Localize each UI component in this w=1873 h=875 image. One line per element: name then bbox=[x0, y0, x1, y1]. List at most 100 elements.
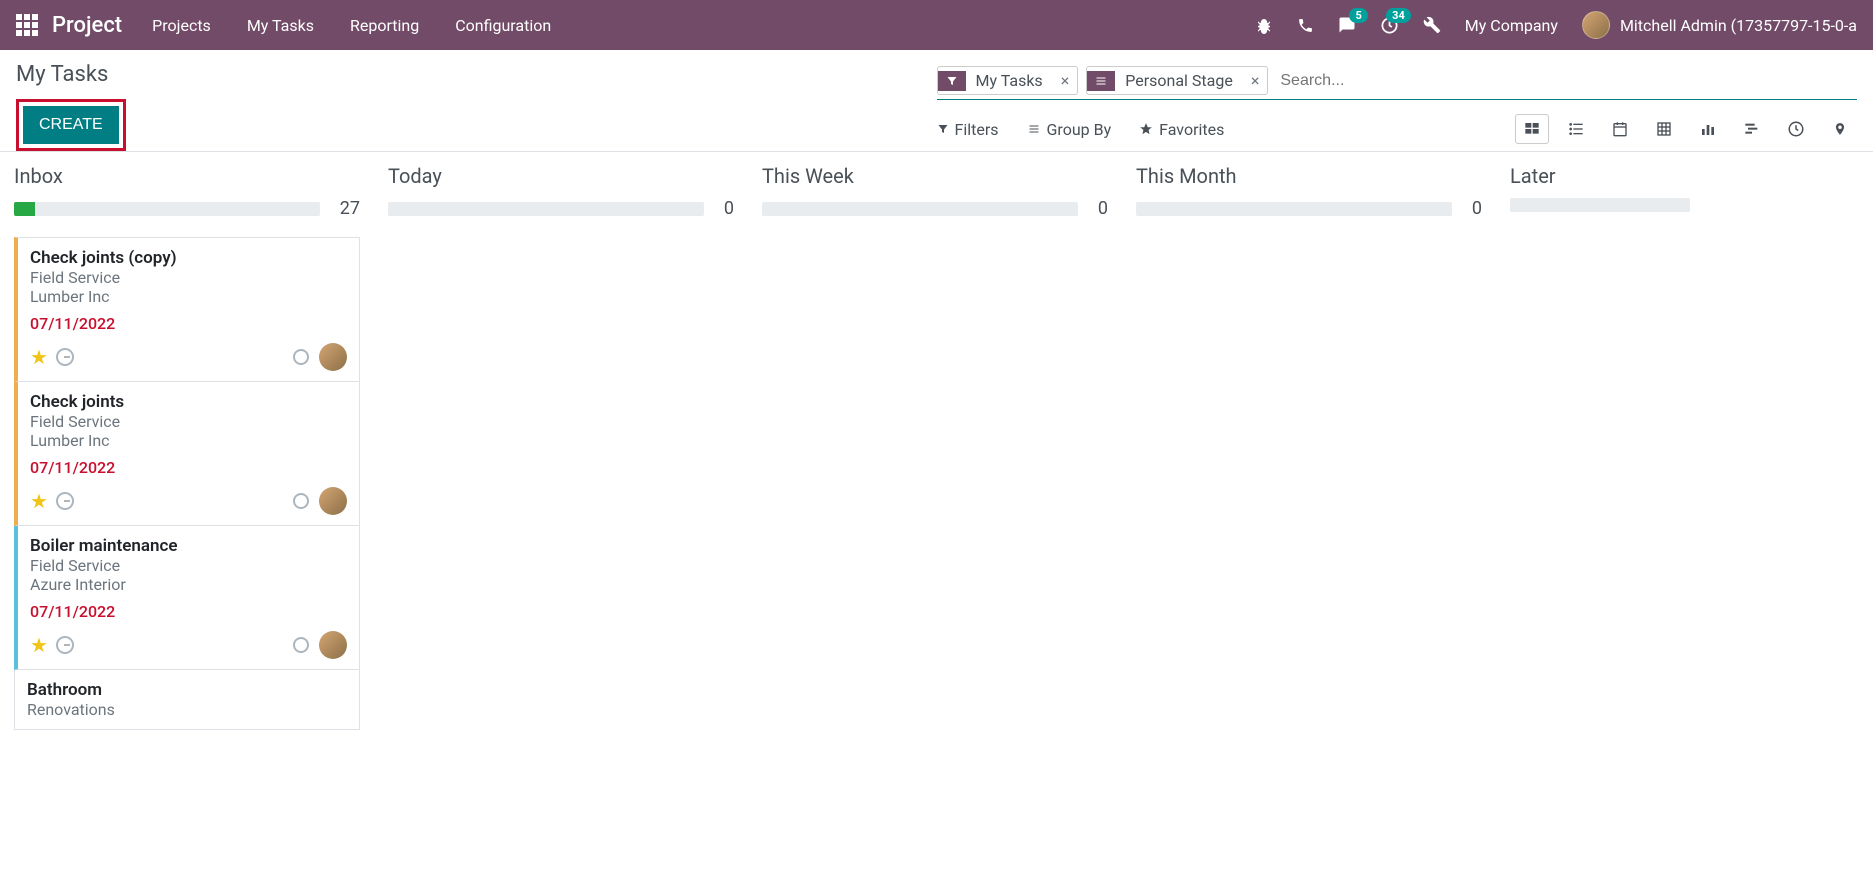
facet-label: Personal Stage bbox=[1115, 67, 1243, 94]
card-client: Azure Interior bbox=[30, 575, 347, 594]
view-switcher bbox=[1515, 114, 1857, 144]
clock-icon[interactable] bbox=[56, 636, 74, 654]
column-progress[interactable] bbox=[762, 202, 1078, 216]
facet-label: My Tasks bbox=[966, 67, 1053, 94]
gantt-view-icon[interactable] bbox=[1735, 114, 1769, 144]
messages-icon[interactable]: 5 bbox=[1338, 16, 1356, 34]
favorites-button[interactable]: Favorites bbox=[1139, 120, 1224, 139]
activity-view-icon[interactable] bbox=[1779, 114, 1813, 144]
search-bar: My Tasks × Personal Stage × bbox=[937, 62, 1858, 100]
column-header[interactable]: This Week bbox=[762, 164, 1108, 188]
card-title: Bathroom bbox=[27, 680, 347, 700]
kanban-view-icon[interactable] bbox=[1515, 114, 1549, 144]
map-view-icon[interactable] bbox=[1823, 114, 1857, 144]
activities-badge: 34 bbox=[1386, 8, 1411, 23]
nav-reporting[interactable]: Reporting bbox=[350, 16, 419, 35]
nav-my-tasks[interactable]: My Tasks bbox=[247, 16, 314, 35]
systray: 5 34 My Company Mitchell Admin (17357797… bbox=[1255, 11, 1857, 39]
kanban-board: Inbox 27 Check joints (copy) Field Servi… bbox=[0, 151, 1873, 742]
column-later: Later bbox=[1510, 164, 1710, 730]
activities-icon[interactable]: 34 bbox=[1380, 16, 1399, 35]
nav-configuration[interactable]: Configuration bbox=[455, 16, 551, 35]
card-date: 07/11/2022 bbox=[30, 314, 347, 333]
state-icon[interactable] bbox=[293, 493, 309, 509]
clock-icon[interactable] bbox=[56, 348, 74, 366]
column-header[interactable]: Inbox bbox=[14, 164, 360, 188]
card-project: Renovations bbox=[27, 700, 347, 719]
column-progress[interactable] bbox=[1136, 202, 1452, 216]
state-icon[interactable] bbox=[293, 637, 309, 653]
control-panel: My Tasks CREATE My Tasks × Personal Stag… bbox=[0, 50, 1873, 151]
main-nav: Projects My Tasks Reporting Configuratio… bbox=[152, 16, 551, 35]
facet-remove-icon[interactable]: × bbox=[1243, 71, 1268, 90]
column-count: 0 bbox=[1098, 198, 1108, 219]
card-client: Lumber Inc bbox=[30, 287, 347, 306]
column-header[interactable]: This Month bbox=[1136, 164, 1482, 188]
nav-projects[interactable]: Projects bbox=[152, 16, 211, 35]
calendar-view-icon[interactable] bbox=[1603, 114, 1637, 144]
assignee-avatar[interactable] bbox=[319, 487, 347, 515]
messages-badge: 5 bbox=[1349, 8, 1367, 23]
filters-label: Filters bbox=[955, 120, 999, 139]
task-card[interactable]: Boiler maintenance Field Service Azure I… bbox=[14, 526, 360, 670]
card-title: Boiler maintenance bbox=[30, 536, 347, 556]
bug-icon[interactable] bbox=[1255, 16, 1273, 34]
facet-my-tasks[interactable]: My Tasks × bbox=[937, 66, 1079, 95]
app-brand[interactable]: Project bbox=[52, 13, 122, 38]
star-icon[interactable]: ★ bbox=[30, 633, 48, 657]
assignee-avatar[interactable] bbox=[319, 343, 347, 371]
list-view-icon[interactable] bbox=[1559, 114, 1593, 144]
apps-icon[interactable] bbox=[16, 14, 38, 36]
star-icon[interactable]: ★ bbox=[30, 345, 48, 369]
column-count: 0 bbox=[724, 198, 734, 219]
groupby-button[interactable]: Group By bbox=[1027, 120, 1112, 139]
clock-icon[interactable] bbox=[56, 492, 74, 510]
star-icon[interactable]: ★ bbox=[30, 489, 48, 513]
user-name: Mitchell Admin (17357797-15-0-a bbox=[1620, 16, 1857, 35]
card-project: Field Service bbox=[30, 412, 347, 431]
column-progress[interactable] bbox=[14, 202, 320, 216]
column-this-week: This Week 0 bbox=[762, 164, 1108, 730]
topbar: Project Projects My Tasks Reporting Conf… bbox=[0, 0, 1873, 50]
filters-button[interactable]: Filters bbox=[937, 120, 999, 139]
card-client: Lumber Inc bbox=[30, 431, 347, 450]
card-title: Check joints (copy) bbox=[30, 248, 347, 268]
group-icon bbox=[1087, 71, 1115, 91]
pivot-view-icon[interactable] bbox=[1647, 114, 1681, 144]
column-this-month: This Month 0 bbox=[1136, 164, 1482, 730]
user-avatar bbox=[1582, 11, 1610, 39]
column-progress[interactable] bbox=[1510, 198, 1690, 212]
column-count: 0 bbox=[1472, 198, 1482, 219]
phone-icon[interactable] bbox=[1297, 17, 1314, 34]
company-selector[interactable]: My Company bbox=[1465, 16, 1558, 35]
column-progress[interactable] bbox=[388, 202, 704, 216]
facet-remove-icon[interactable]: × bbox=[1053, 71, 1078, 90]
graph-view-icon[interactable] bbox=[1691, 114, 1725, 144]
task-card[interactable]: Check joints (copy) Field Service Lumber… bbox=[14, 237, 360, 382]
search-input[interactable] bbox=[1276, 68, 1857, 94]
card-date: 07/11/2022 bbox=[30, 602, 347, 621]
assignee-avatar[interactable] bbox=[319, 631, 347, 659]
tools-icon[interactable] bbox=[1423, 16, 1441, 34]
column-inbox: Inbox 27 Check joints (copy) Field Servi… bbox=[14, 164, 360, 730]
page-title: My Tasks bbox=[16, 62, 937, 87]
groupby-label: Group By bbox=[1047, 120, 1112, 139]
column-today: Today 0 bbox=[388, 164, 734, 730]
card-title: Check joints bbox=[30, 392, 347, 412]
toolbar: Filters Group By Favorites bbox=[937, 114, 1858, 144]
task-card[interactable]: Check joints Field Service Lumber Inc 07… bbox=[14, 382, 360, 526]
filter-icon bbox=[938, 71, 966, 91]
column-count: 27 bbox=[340, 198, 360, 219]
column-header[interactable]: Later bbox=[1510, 164, 1710, 188]
column-header[interactable]: Today bbox=[388, 164, 734, 188]
state-icon[interactable] bbox=[293, 349, 309, 365]
card-date: 07/11/2022 bbox=[30, 458, 347, 477]
card-project: Field Service bbox=[30, 268, 347, 287]
create-button[interactable]: CREATE bbox=[23, 106, 119, 144]
favorites-label: Favorites bbox=[1159, 120, 1224, 139]
card-project: Field Service bbox=[30, 556, 347, 575]
facet-personal-stage[interactable]: Personal Stage × bbox=[1086, 66, 1268, 95]
user-menu[interactable]: Mitchell Admin (17357797-15-0-a bbox=[1582, 11, 1857, 39]
task-card[interactable]: Bathroom Renovations bbox=[14, 670, 360, 730]
create-highlight: CREATE bbox=[16, 99, 126, 151]
